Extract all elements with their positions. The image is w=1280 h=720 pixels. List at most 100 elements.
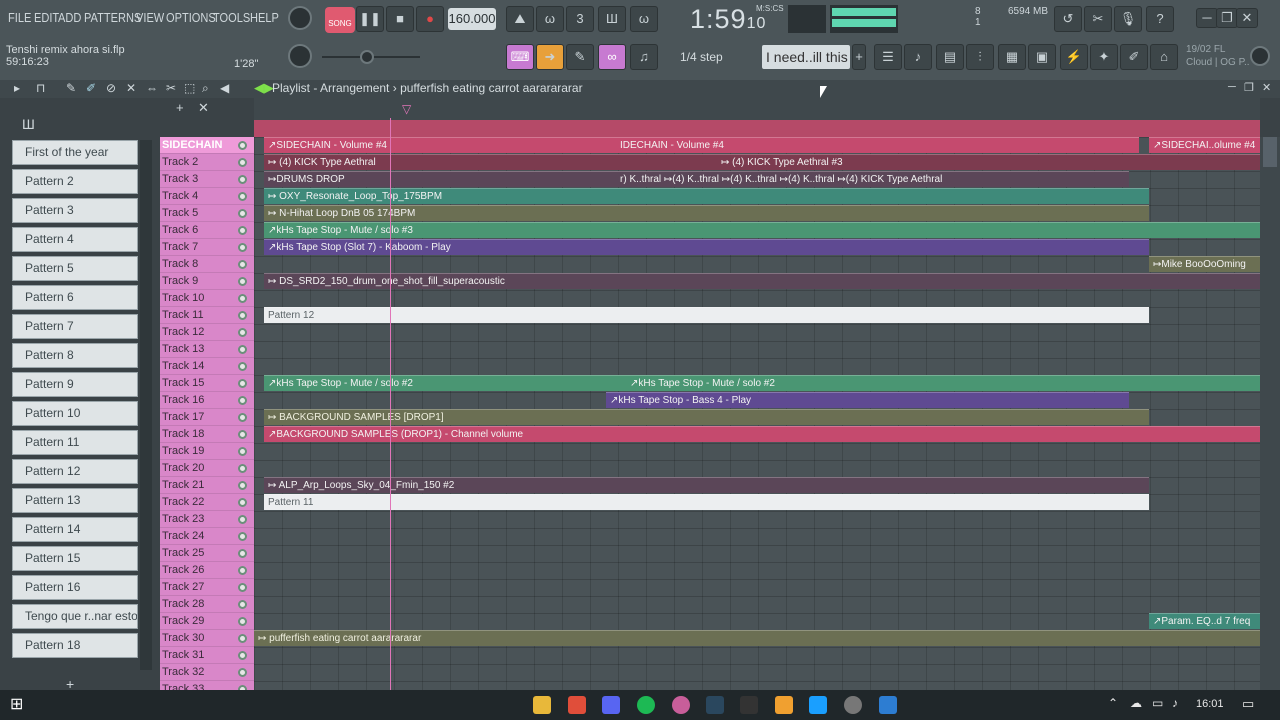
playlist-clip[interactable]: ↗kHs Tape Stop (Slot 7) - Kaboom - Play bbox=[264, 239, 1149, 255]
playlist-clip[interactable]: ↗kHs Tape Stop - Mute / solo #2 bbox=[264, 375, 626, 391]
track-mute-icon[interactable] bbox=[238, 379, 247, 388]
playhead[interactable] bbox=[390, 118, 391, 690]
playlist-clip[interactable]: ↦ ALP_Arp_Loops_Sky_04_Fmin_150 #2 bbox=[264, 477, 1149, 493]
remove-track-icon[interactable]: ✕ bbox=[198, 100, 209, 116]
pattern-item[interactable]: Pattern 14 bbox=[12, 517, 138, 542]
volume-icon[interactable]: ♪ bbox=[1172, 696, 1178, 710]
pattern-item[interactable]: Pattern 11 bbox=[12, 430, 138, 455]
track-mute-icon[interactable] bbox=[238, 311, 247, 320]
paint-tool-icon[interactable]: ✐ bbox=[86, 81, 96, 95]
menu-view[interactable]: VIEW bbox=[136, 10, 164, 25]
master-pitch-knob[interactable] bbox=[288, 44, 312, 68]
track-header[interactable]: Track 27 bbox=[160, 579, 254, 596]
track-mute-icon[interactable] bbox=[238, 481, 247, 490]
track-mute-icon[interactable] bbox=[238, 294, 247, 303]
mute-tool-icon[interactable]: ✕ bbox=[126, 81, 136, 95]
track-mute-icon[interactable] bbox=[238, 583, 247, 592]
wait-input-icon[interactable]: ω bbox=[536, 6, 564, 32]
playlist-clip[interactable]: ↗kHs Tape Stop - Bass 4 - Play bbox=[606, 392, 1129, 408]
track-header[interactable]: Track 23 bbox=[160, 511, 254, 528]
playlist-clip[interactable]: Pattern 11 bbox=[264, 494, 1149, 510]
track-header[interactable]: SIDECHAIN bbox=[160, 137, 254, 154]
pattern-item[interactable]: Pattern 9 bbox=[12, 372, 138, 397]
mixer-icon[interactable]: ⫶ bbox=[966, 44, 994, 70]
track-mute-icon[interactable] bbox=[238, 549, 247, 558]
track-header[interactable]: Track 17 bbox=[160, 409, 254, 426]
track-mute-icon[interactable] bbox=[238, 226, 247, 235]
track-mute-icon[interactable] bbox=[238, 413, 247, 422]
track-mute-icon[interactable] bbox=[238, 158, 247, 167]
track-header[interactable]: Track 25 bbox=[160, 545, 254, 562]
playlist-minimize-icon[interactable]: ─ bbox=[1228, 81, 1236, 93]
track-mute-icon[interactable] bbox=[238, 209, 247, 218]
news-arrow-icon[interactable] bbox=[1250, 46, 1270, 66]
playlist-clip[interactable]: ↗SIDECHAI..olume #4 bbox=[1149, 137, 1260, 153]
menu-patterns[interactable]: PATTERNS bbox=[84, 10, 141, 25]
playlist-clip[interactable]: ↦Mike BooOoOming bbox=[1149, 256, 1260, 272]
channel-rack-icon[interactable]: ▤ bbox=[936, 44, 964, 70]
pattern-item[interactable]: Pattern 4 bbox=[12, 227, 138, 252]
pencil-tool-icon[interactable]: ✎ bbox=[66, 81, 76, 95]
pattern-item[interactable]: Pattern 12 bbox=[12, 459, 138, 484]
bar-ruler[interactable]: + ✕ ▽ bbox=[176, 98, 1260, 120]
osu-icon[interactable] bbox=[672, 696, 690, 714]
magnet-icon[interactable]: ⊓ bbox=[36, 81, 45, 95]
link-icon[interactable]: ∞ bbox=[598, 44, 626, 70]
arrow-icon[interactable]: ➜ bbox=[536, 44, 564, 70]
track-mute-icon[interactable] bbox=[238, 600, 247, 609]
windows-start-icon[interactable]: ⊞ bbox=[10, 694, 28, 713]
arrangement-grid[interactable]: ↗SIDECHAIN - Volume #4 IDECHAIN - Volume … bbox=[254, 137, 1260, 690]
playlist-clip[interactable]: ↗BACKGROUND SAMPLES (DROP1) - Channel vo… bbox=[264, 426, 1260, 442]
playlist-maximize-icon[interactable]: ❐ bbox=[1244, 81, 1254, 94]
track-header[interactable]: Track 31 bbox=[160, 647, 254, 664]
playlist-clip[interactable]: r) K..thral ↦(4) K..thral ↦(4) K..thral … bbox=[616, 171, 1129, 187]
track-mute-icon[interactable] bbox=[238, 515, 247, 524]
playlist-close-icon[interactable]: ✕ bbox=[1262, 81, 1271, 94]
track-mute-icon[interactable] bbox=[238, 175, 247, 184]
stamp-icon[interactable]: ✦ bbox=[1090, 44, 1118, 70]
steam-icon[interactable] bbox=[706, 696, 724, 714]
plug-icon[interactable]: ⚡ bbox=[1060, 44, 1088, 70]
track-mute-icon[interactable] bbox=[238, 447, 247, 456]
track-header[interactable]: Track 5 bbox=[160, 205, 254, 222]
track-header[interactable]: Track 14 bbox=[160, 358, 254, 375]
add-track-plus-icon[interactable]: + bbox=[176, 100, 184, 115]
menu-tools[interactable]: TOOLS bbox=[213, 10, 250, 25]
step-edit-icon[interactable]: Ш bbox=[598, 6, 626, 32]
playlist-clip[interactable]: ↗SIDECHAIN - Volume #4 bbox=[264, 137, 616, 153]
track-mute-icon[interactable] bbox=[238, 532, 247, 541]
track-mute-icon[interactable] bbox=[238, 566, 247, 575]
pattern-item[interactable]: Pattern 10 bbox=[12, 401, 138, 426]
steam-alt-icon[interactable] bbox=[809, 696, 827, 714]
cut-icon[interactable]: ✂ bbox=[1084, 6, 1112, 32]
tray-chevron-icon[interactable]: ⌃ bbox=[1108, 696, 1118, 710]
pattern-item[interactable]: Pattern 13 bbox=[12, 488, 138, 513]
spotify-icon[interactable] bbox=[637, 696, 655, 714]
pattern-item[interactable]: Pattern 3 bbox=[12, 198, 138, 223]
track-mute-icon[interactable] bbox=[238, 328, 247, 337]
playback-tool-icon[interactable]: ◀ bbox=[220, 81, 229, 95]
discord-icon[interactable] bbox=[602, 696, 620, 714]
track-header[interactable]: Track 8 bbox=[160, 256, 254, 273]
playlist-clip[interactable]: ↦ pufferfish eating carrot aararararar bbox=[254, 630, 1260, 646]
playlist-play-icon[interactable]: ◀▶ bbox=[254, 80, 274, 96]
playlist-clip[interactable]: ↗kHs Tape Stop - Mute / solo #3 bbox=[264, 222, 1260, 238]
track-mute-icon[interactable] bbox=[238, 634, 247, 643]
brush-icon[interactable]: ✎ bbox=[566, 44, 594, 70]
news-panel[interactable]: 19/02 FL Cloud | OG P.. bbox=[1186, 43, 1250, 69]
timeline-bar[interactable] bbox=[254, 120, 1260, 137]
track-mute-icon[interactable] bbox=[238, 345, 247, 354]
track-header[interactable]: Track 9 bbox=[160, 273, 254, 290]
track-header[interactable]: Track 3 bbox=[160, 171, 254, 188]
pattern-item[interactable]: Pattern 7 bbox=[12, 314, 138, 339]
track-mute-icon[interactable] bbox=[238, 430, 247, 439]
pattern-selector[interactable]: I need..ill this bbox=[762, 45, 850, 69]
taskbar-clock[interactable]: 16:01 bbox=[1196, 698, 1224, 710]
song-mode-toggle[interactable]: SONG bbox=[325, 7, 355, 33]
track-header[interactable]: Track 11 bbox=[160, 307, 254, 324]
piano-roll-icon[interactable]: ♪ bbox=[904, 44, 932, 70]
pattern-item[interactable]: Pattern 6 bbox=[12, 285, 138, 310]
playlist-clip[interactable]: ↦ N-Hihat Loop DnB 05 174BPM bbox=[264, 205, 1149, 221]
file-explorer-icon[interactable] bbox=[533, 696, 551, 714]
microphone-icon[interactable]: 🎙 bbox=[1114, 6, 1142, 32]
